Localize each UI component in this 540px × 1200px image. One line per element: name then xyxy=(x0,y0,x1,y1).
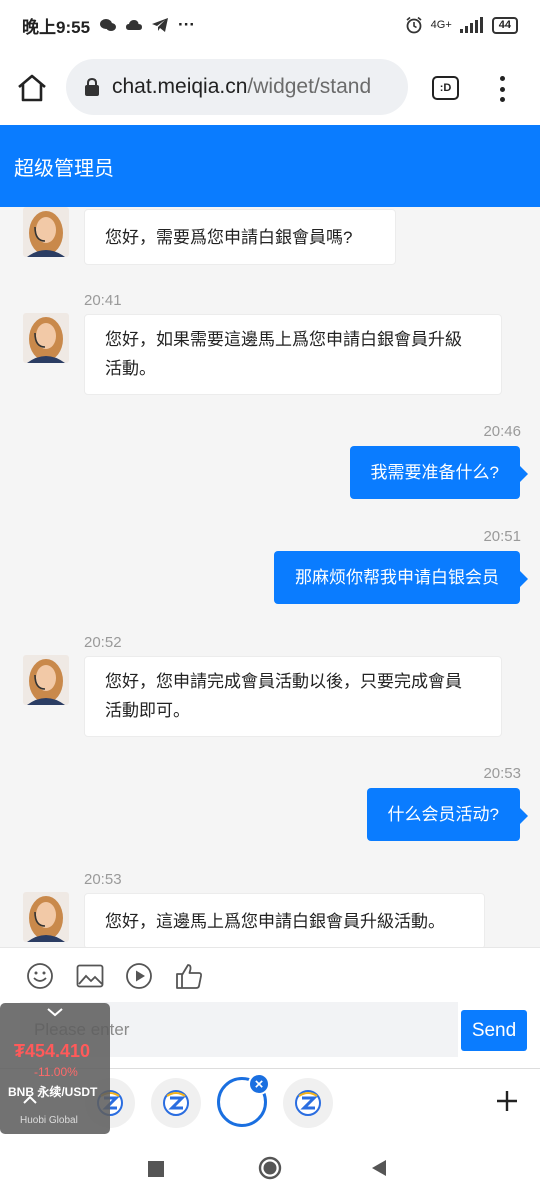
recents-icon[interactable] xyxy=(148,1161,164,1177)
composer-toolbar xyxy=(0,947,540,1002)
tab-switcher-button[interactable]: :D xyxy=(432,76,459,100)
system-nav-bar xyxy=(0,1136,540,1200)
chevron-up-icon[interactable] xyxy=(22,1095,38,1105)
image-icon[interactable] xyxy=(76,962,104,990)
signal-icon xyxy=(459,17,483,33)
message-text-line: 您好，如果需要這邊馬上爲您申請白銀會員升級 xyxy=(105,330,462,349)
more-notifications: ··· xyxy=(178,15,196,34)
message-text: 什么会员活动? xyxy=(387,805,499,824)
ticker-brand: Huobi Global xyxy=(20,1115,78,1126)
chevron-down-icon[interactable] xyxy=(46,1007,64,1017)
url-path: /widget/stand xyxy=(247,75,372,98)
home-button-icon[interactable] xyxy=(258,1156,282,1180)
message-bubble-outgoing: 那麻烦你帮我申请白银会员 xyxy=(274,551,528,604)
battery-icon: 44 xyxy=(491,16,518,34)
ticker-price: ₮454.410 xyxy=(14,1041,91,1061)
back-icon[interactable] xyxy=(370,1159,388,1177)
dock-app-2[interactable] xyxy=(151,1078,201,1128)
alarm-icon xyxy=(406,16,422,34)
send-button[interactable]: Send xyxy=(461,1010,527,1051)
agent-title: 超级管理员 xyxy=(14,157,114,180)
app-logo-icon xyxy=(163,1090,189,1116)
agent-avatar xyxy=(23,207,69,257)
message-time: 20:52 xyxy=(84,634,122,651)
overflow-menu-button[interactable] xyxy=(492,74,512,104)
message-bubble-incoming: 您好，這邊馬上爲您申請白銀會員升級活動。 xyxy=(84,893,485,947)
message-text-line: 活動。 xyxy=(105,359,156,378)
agent-avatar xyxy=(23,313,69,363)
clock: 晚上9:55 xyxy=(22,17,91,37)
agent-avatar xyxy=(23,892,69,942)
lock-icon xyxy=(85,78,99,96)
browser-toolbar: chat.meiqia.cn/widget/stand :D xyxy=(0,50,540,125)
message-list[interactable]: 您好，需要爲您申請白銀會員嗎? 20:41 您好，如果需要這邊馬上爲您申請白銀會… xyxy=(0,207,540,947)
message-text: 那麻烦你帮我申请白银会员 xyxy=(295,568,499,587)
message-text: 您好，需要爲您申請白銀會員嗎? xyxy=(105,228,353,247)
status-bar: 晚上9:55 ··· 4G+ 44 xyxy=(0,0,540,50)
message-text-line: 活動即可。 xyxy=(105,701,190,720)
message-time: 20:53 xyxy=(483,765,521,782)
app-logo-icon xyxy=(295,1090,321,1116)
message-bubble-outgoing: 我需要准备什么? xyxy=(349,446,529,499)
message-text-line: 您好，您申請完成會員活動以後，只要完成會員 xyxy=(105,672,462,691)
message-bubble-outgoing: 什么会员活动? xyxy=(366,788,529,841)
price-ticker-widget[interactable]: ₮454.410 -11.00% BNB 永续/USDT Huobi Globa… xyxy=(0,1003,110,1134)
wechat-icon xyxy=(100,19,117,31)
chat-header: 超级管理员 xyxy=(0,125,540,207)
message-bubble-incoming: 您好，如果需要這邊馬上爲您申請白銀會員升級 活動。 xyxy=(84,314,502,395)
message-time: 20:46 xyxy=(483,423,521,440)
emoji-icon[interactable] xyxy=(26,962,54,990)
message-bubble-incoming: 您好，需要爲您申請白銀會員嗎? xyxy=(84,209,396,265)
agent-avatar xyxy=(23,655,69,705)
telegram-icon xyxy=(152,18,169,32)
message-text: 您好，這邊馬上爲您申請白銀會員升級活動。 xyxy=(105,912,445,931)
address-bar[interactable]: chat.meiqia.cn/widget/stand xyxy=(66,59,408,115)
dock-app-3[interactable] xyxy=(283,1078,333,1128)
message-text: 我需要准备什么? xyxy=(370,463,499,482)
home-icon[interactable] xyxy=(16,74,48,102)
network-type: 4G+ xyxy=(430,19,452,31)
tab-switcher-label: :D xyxy=(439,82,452,94)
cloud-icon xyxy=(126,20,143,30)
battery-level: 44 xyxy=(498,19,511,31)
message-time: 20:41 xyxy=(84,292,122,309)
message-time: 20:53 xyxy=(84,871,122,888)
video-icon[interactable] xyxy=(125,962,153,990)
ticker-change: -11.00% xyxy=(34,1065,78,1079)
url-host: chat.meiqia.cn xyxy=(112,75,248,98)
close-icon[interactable]: × xyxy=(248,1073,270,1095)
add-icon[interactable] xyxy=(495,1089,519,1113)
url-text: chat.meiqia.cn/widget/stand xyxy=(112,75,371,99)
message-time: 20:51 xyxy=(483,528,521,545)
message-bubble-incoming: 您好，您申請完成會員活動以後，只要完成會員 活動即可。 xyxy=(84,656,502,737)
thumbs-up-icon[interactable] xyxy=(175,962,203,990)
